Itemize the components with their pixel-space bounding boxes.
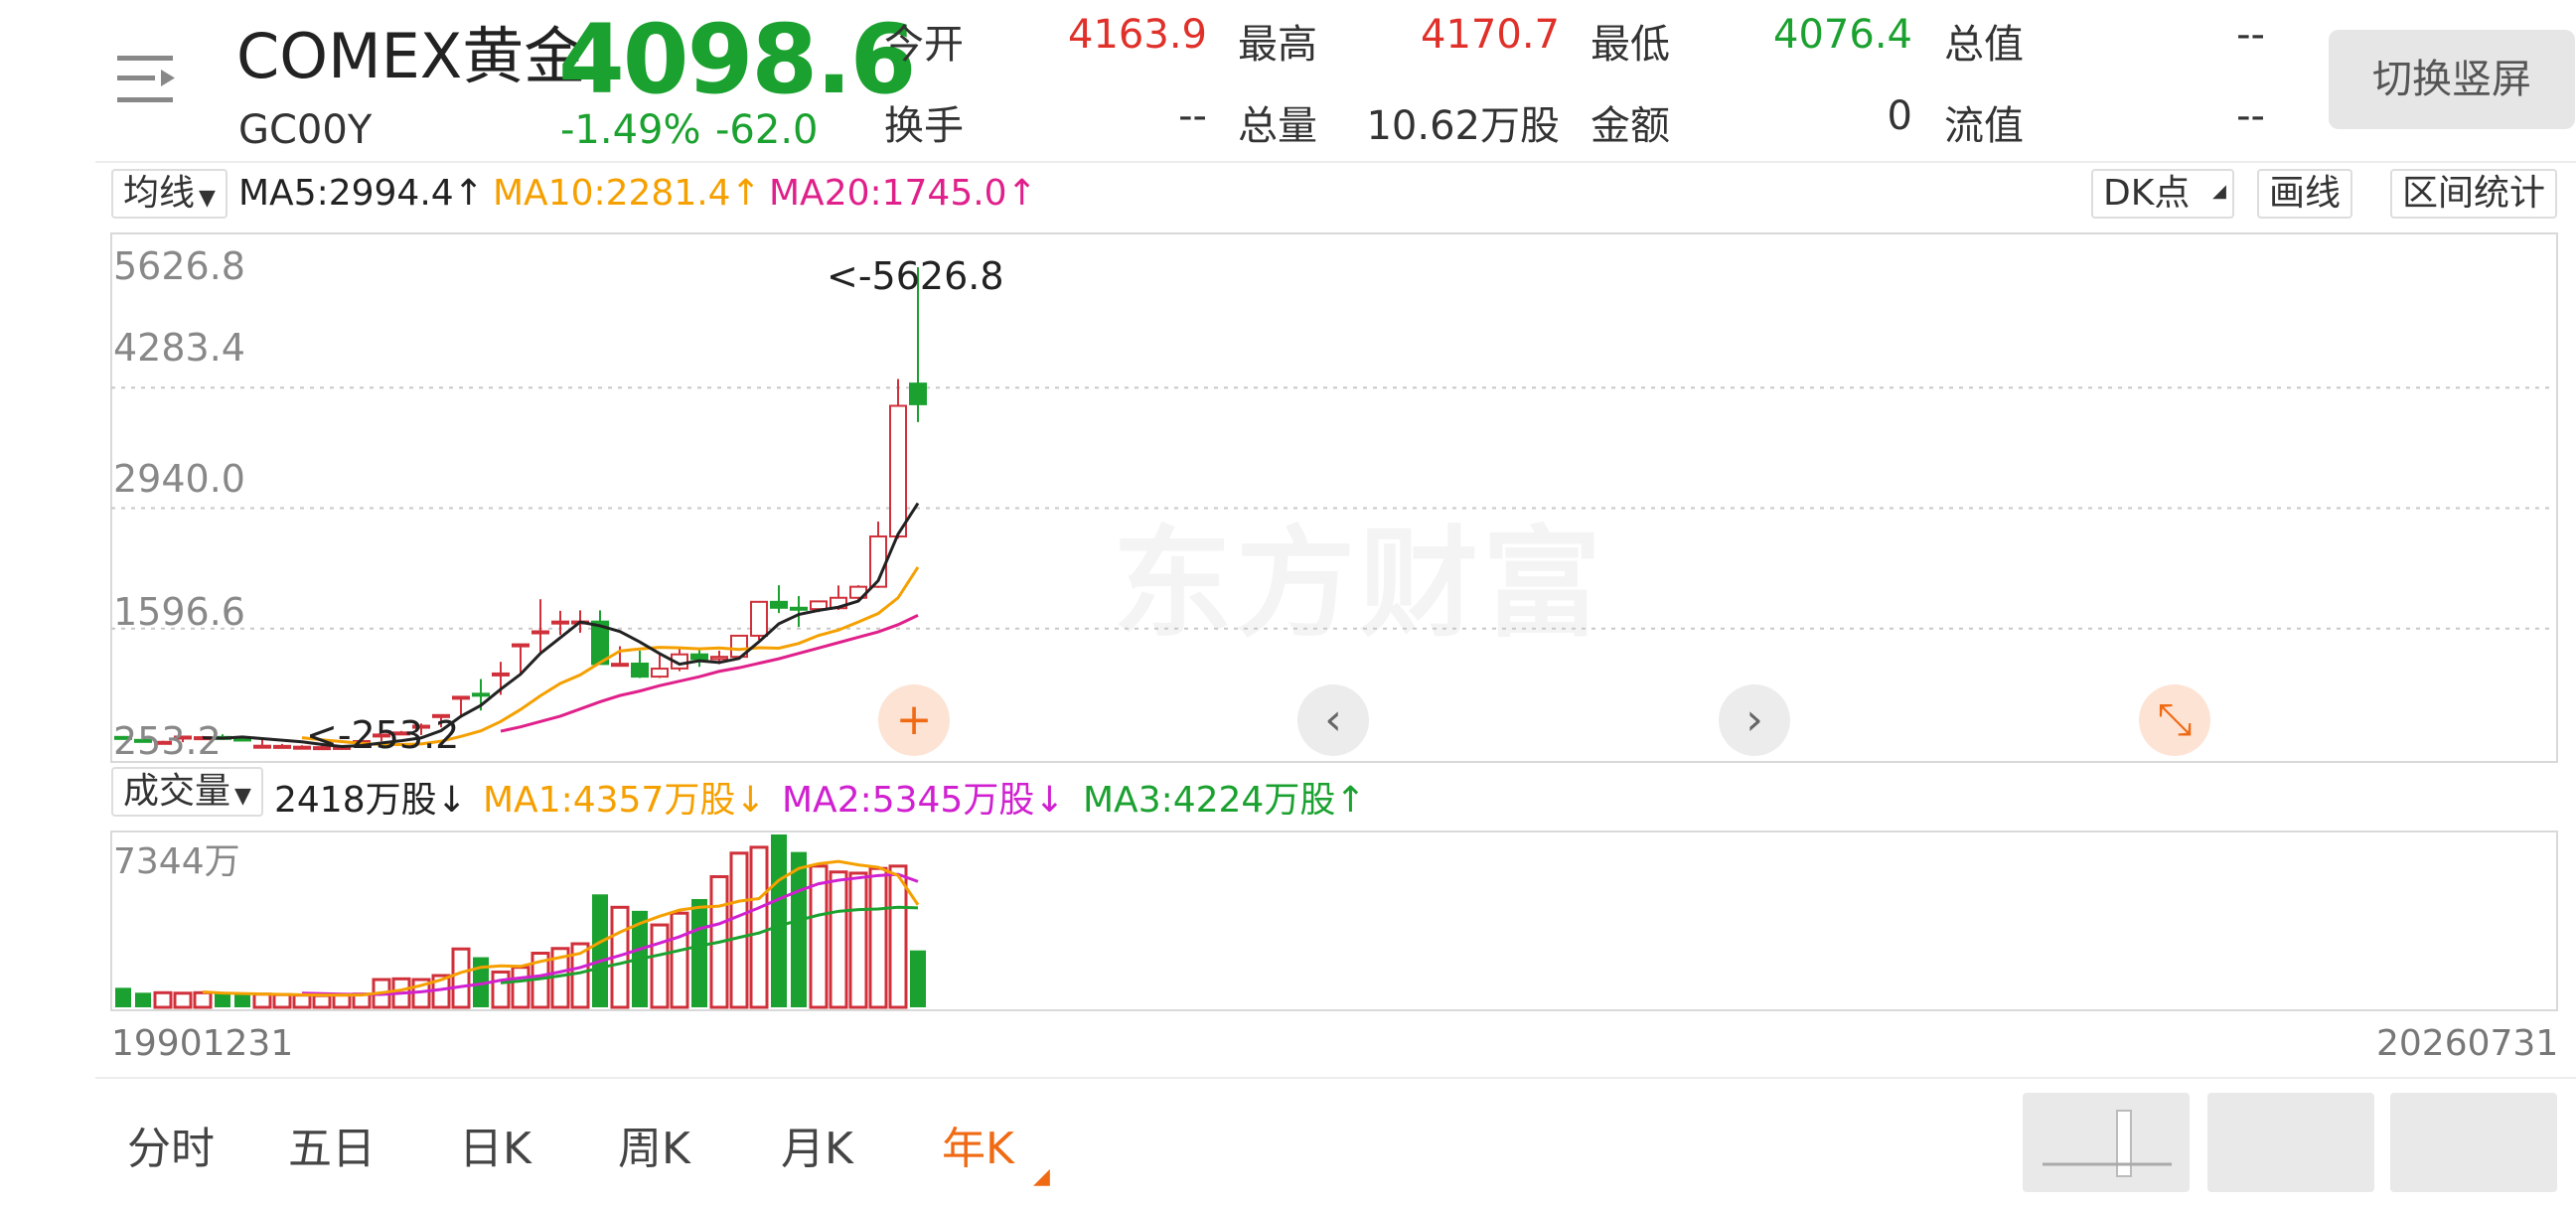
volume-current: 2418万股↓ [274,780,467,821]
tab-intraday[interactable]: 分时 [127,1113,215,1176]
volume-axis-max: 7344万 [113,841,240,882]
tab-yearly[interactable]: 年K [942,1113,1014,1176]
candle-body [651,668,669,679]
candle-body [531,630,549,635]
zoom-in-icon[interactable]: + [878,684,950,756]
candle-body [810,600,828,611]
candle-body [710,656,728,661]
candle-body [631,663,649,679]
candle-body [770,600,788,609]
ma20-line [500,614,919,733]
corner-triangle-icon: ◢ [1033,1164,1050,1189]
tab-weekly[interactable]: 周K [618,1113,690,1176]
candle-body [790,606,808,611]
end-date: 20260731 [2376,1023,2559,1064]
candle-body [690,653,708,661]
y-axis-label: 1596.6 [113,590,245,634]
candle-body [253,744,271,749]
candle-body [611,663,629,668]
tab-five-day[interactable]: 五日 [288,1113,376,1176]
tab-monthly[interactable]: 月K [781,1113,853,1176]
volume-ma1: MA1:4357万股↓ [483,780,766,821]
y-axis-label: 2940.0 [113,457,245,501]
candle-body [889,404,907,538]
volume-ma3: MA3:4224万股↑ [1083,780,1366,821]
candle-body [551,620,569,625]
chevron-left-icon[interactable]: ‹ [1297,684,1369,756]
candle-body [909,382,927,405]
min-price-marker: <-253.2 [306,713,460,757]
candle-thumbnail-icon [2043,1110,2172,1177]
max-price-marker: <-5626.8 [827,254,1004,298]
candle-body [492,672,510,677]
y-axis-label: 4283.4 [113,326,245,370]
candle-body [472,692,490,697]
y-axis-label: 253.2 [113,719,222,763]
volume-ma2: MA2:5345万股↓ [782,780,1065,821]
kline-chart [111,266,2554,1009]
chevron-down-icon: ▼ [234,784,251,809]
layout-thumbnail[interactable] [2023,1093,2190,1192]
volume-panel[interactable] [110,830,2558,1011]
start-date: 19901231 [111,1023,294,1064]
tab-daily[interactable]: 日K [459,1113,531,1176]
collapse-icon[interactable]: ⤡ [2139,684,2210,756]
layout-thumbnail[interactable] [2390,1093,2557,1192]
y-axis-label: 5626.8 [113,244,245,288]
layout-thumbnail[interactable] [2207,1093,2374,1192]
volume-indicator-selector[interactable]: 成交量 ▼ [111,767,263,817]
chevron-right-icon[interactable]: › [1719,684,1790,756]
candle-body [512,643,530,648]
volume-selector-label: 成交量 [123,771,231,812]
candle-body [452,695,470,700]
footer-divider [95,1077,2576,1079]
candle-body [273,744,291,749]
candle-body [750,600,768,637]
